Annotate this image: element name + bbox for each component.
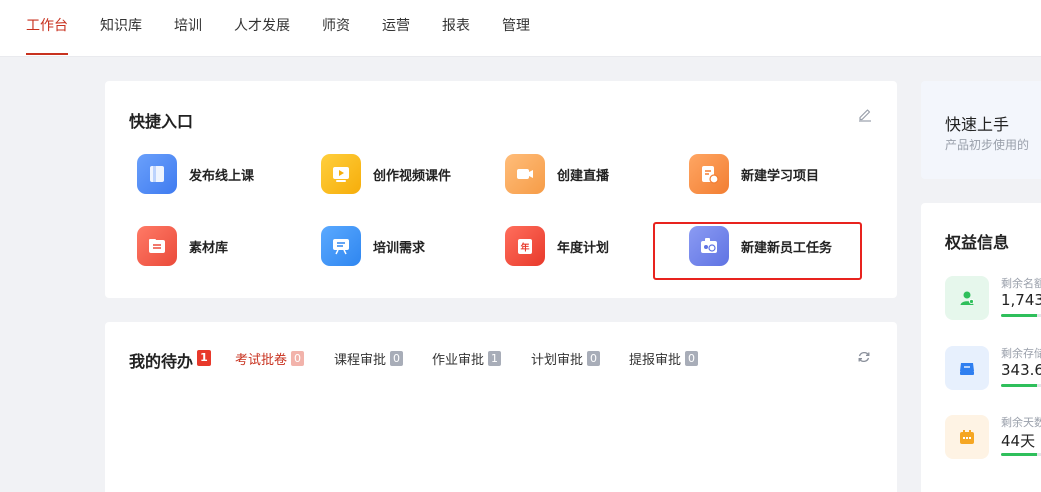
nav-active-indicator xyxy=(26,53,68,55)
tab-label: 提报审批 xyxy=(629,353,682,368)
storage-icon xyxy=(945,346,989,390)
live-camera-icon xyxy=(505,154,545,194)
project-doc-icon xyxy=(689,154,729,194)
nav-workbench[interactable]: 工作台 xyxy=(26,15,68,35)
quick-start-title: 快速上手 xyxy=(945,115,1010,134)
nav-reports[interactable]: 报表 xyxy=(442,15,470,35)
benefit-label: 剩余存储 xyxy=(1001,347,1041,360)
entry-training-demand[interactable]: 培训需求 xyxy=(321,224,425,268)
calendar-plan-icon: 年 xyxy=(505,226,545,266)
entry-label: 培训需求 xyxy=(373,240,426,256)
edit-icon[interactable] xyxy=(857,106,873,122)
tab-plan-approval[interactable]: 计划审批 0 xyxy=(531,349,601,368)
benefit-value: 44天 xyxy=(1001,432,1036,450)
benefit-label: 剩余名额 xyxy=(1001,277,1041,290)
quick-start-subtitle: 产品初步使用的 xyxy=(945,138,1030,152)
book-icon xyxy=(137,154,177,194)
entry-label: 新建学习项目 xyxy=(741,168,820,184)
entry-publish-online-course[interactable]: 发布线上课 xyxy=(137,152,254,196)
todo-card: 我的待办 1 考试批卷 0 课程审批 0 作业审批 1 计划审批 0 提报审批 0 xyxy=(105,322,897,492)
tab-homework-approval[interactable]: 作业审批 1 xyxy=(432,349,502,368)
entry-label: 年度计划 xyxy=(557,240,610,256)
tab-label: 课程审批 xyxy=(334,353,387,368)
nav-talent-development[interactable]: 人才发展 xyxy=(234,15,290,35)
benefit-progress-fill xyxy=(1001,384,1037,387)
material-library-icon xyxy=(137,226,177,266)
benefit-progress-fill xyxy=(1001,453,1037,456)
tab-count: 0 xyxy=(587,351,601,366)
calendar-days-icon xyxy=(945,415,989,459)
benefit-value: 1,743 xyxy=(1001,291,1041,309)
highlight-box xyxy=(653,222,862,280)
entry-label: 创作视频课件 xyxy=(373,168,452,184)
entry-label: 创建直播 xyxy=(557,168,610,184)
todo-title: 我的待办 xyxy=(129,352,194,371)
benefit-label: 剩余天数 xyxy=(1001,416,1041,429)
tab-submission-approval[interactable]: 提报审批 0 xyxy=(629,349,699,368)
tab-label: 计划审批 xyxy=(531,353,584,368)
entry-create-video-courseware[interactable]: 创作视频课件 xyxy=(321,152,451,196)
tab-count: 0 xyxy=(390,351,404,366)
benefit-value: 343.67 xyxy=(1001,361,1041,379)
entry-new-learning-project[interactable]: 新建学习项目 xyxy=(689,152,819,196)
nav-training[interactable]: 培训 xyxy=(174,15,202,35)
benefit-progress xyxy=(1001,384,1041,387)
nav-management[interactable]: 管理 xyxy=(502,15,530,35)
quick-start-card[interactable]: 快速上手 产品初步使用的 xyxy=(921,81,1041,179)
entry-material-library[interactable]: 素材库 xyxy=(137,224,228,268)
entry-annual-plan[interactable]: 年 年度计划 xyxy=(505,224,609,268)
svg-text:年: 年 xyxy=(520,242,529,254)
training-demand-icon xyxy=(321,226,361,266)
tab-count: 0 xyxy=(685,351,699,366)
tab-label: 考试批卷 xyxy=(235,353,288,368)
entry-label: 素材库 xyxy=(189,240,229,256)
entry-create-live[interactable]: 创建直播 xyxy=(505,152,609,196)
refresh-icon[interactable] xyxy=(857,350,871,364)
video-icon xyxy=(321,154,361,194)
todo-count-badge: 1 xyxy=(197,350,211,366)
tab-course-approval[interactable]: 课程审批 0 xyxy=(334,349,404,368)
tab-label: 作业审批 xyxy=(432,353,485,368)
tab-count: 0 xyxy=(291,351,305,366)
tab-exam-grading[interactable]: 考试批卷 0 xyxy=(235,349,305,368)
benefits-title: 权益信息 xyxy=(945,233,1010,252)
nav-operations[interactable]: 运营 xyxy=(382,15,410,35)
top-nav: 工作台 知识库 培训 人才发展 师资 运营 报表 管理 xyxy=(0,0,1041,57)
quick-entry-title: 快捷入口 xyxy=(129,112,194,131)
tab-count: 1 xyxy=(488,351,502,366)
benefit-progress-fill xyxy=(1001,314,1037,317)
entry-label: 发布线上课 xyxy=(189,168,255,184)
nav-teachers[interactable]: 师资 xyxy=(322,15,350,35)
user-quota-icon xyxy=(945,276,989,320)
benefit-progress xyxy=(1001,314,1041,317)
quick-entry-card: 快捷入口 发布线上课 创作视频课件 创建直播 新建学习项目 素材库 培训需求 年… xyxy=(105,81,897,298)
benefits-card: 权益信息 剩余名额 1,743 剩余存储 343.67 剩余天数 44天 xyxy=(921,203,1041,492)
benefit-progress xyxy=(1001,453,1041,456)
nav-knowledge-base[interactable]: 知识库 xyxy=(100,15,142,35)
